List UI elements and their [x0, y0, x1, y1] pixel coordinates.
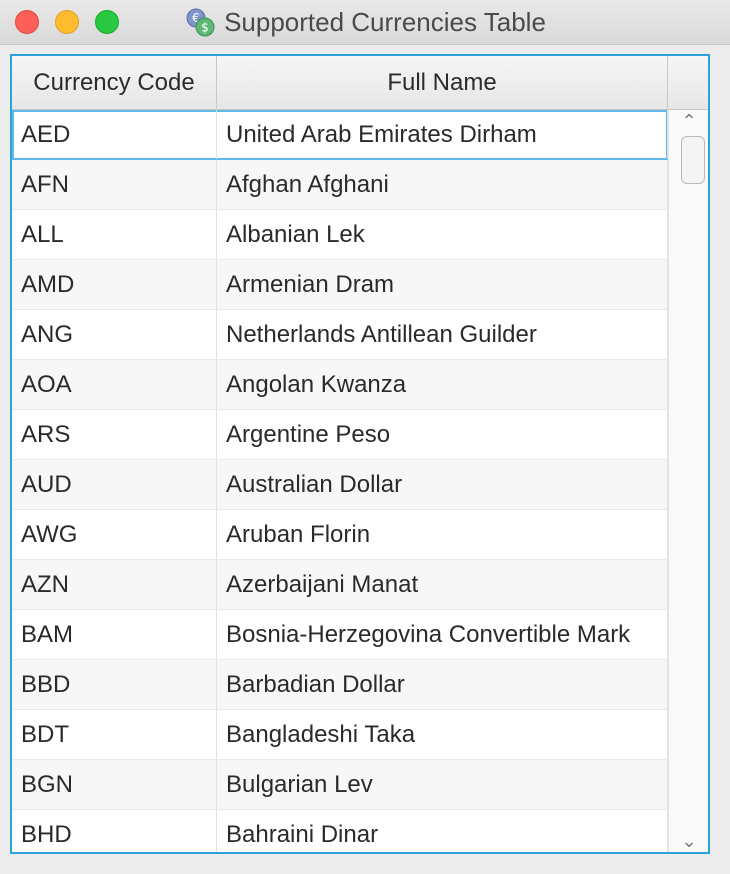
full-name-cell[interactable]: Bangladeshi Taka	[217, 710, 668, 759]
table-row[interactable]: ANG Netherlands Antillean Guilder	[12, 310, 668, 360]
title-area: € $ Supported Currencies Table	[0, 0, 730, 44]
scroll-down-icon[interactable]: ⌄	[669, 830, 708, 852]
vertical-scrollbar[interactable]: ⌃ ⌄	[668, 110, 708, 852]
full-name-cell[interactable]: Bahraini Dinar	[217, 810, 668, 852]
currency-code-cell[interactable]: BAM	[12, 610, 217, 659]
currency-code-cell[interactable]: AMD	[12, 260, 217, 309]
full-name-cell[interactable]: United Arab Emirates Dirham	[217, 110, 668, 159]
table-row[interactable]: BAM Bosnia-Herzegovina Convertible Mark	[12, 610, 668, 660]
full-name-cell[interactable]: Bosnia-Herzegovina Convertible Mark	[217, 610, 668, 659]
full-name-cell[interactable]: Armenian Dram	[217, 260, 668, 309]
table-body: AED United Arab Emirates Dirham AFN Afghan …	[12, 110, 668, 852]
currency-code-cell[interactable]: ARS	[12, 410, 217, 459]
table-row[interactable]: BGN Bulgarian Lev	[12, 760, 668, 810]
table-row[interactable]: AUD Australian Dollar	[12, 460, 668, 510]
full-name-cell[interactable]: Albanian Lek	[217, 210, 668, 259]
window-title: Supported Currencies Table	[224, 6, 546, 37]
table-row[interactable]: AWG Aruban Florin	[12, 510, 668, 560]
scroll-up-icon[interactable]: ⌃	[669, 110, 708, 132]
full-name-cell[interactable]: Afghan Afghani	[217, 160, 668, 209]
currency-code-cell[interactable]: ANG	[12, 310, 217, 359]
table-row[interactable]: BHD Bahraini Dinar	[12, 810, 668, 852]
currency-code-cell[interactable]: AED	[12, 110, 217, 159]
table-row[interactable]: ARS Argentine Peso	[12, 410, 668, 460]
currency-code-cell[interactable]: BBD	[12, 660, 217, 709]
svg-text:$: $	[201, 21, 209, 35]
currency-code-cell[interactable]: AZN	[12, 560, 217, 609]
table-row[interactable]: BDT Bangladeshi Taka	[12, 710, 668, 760]
currency-code-cell[interactable]: BGN	[12, 760, 217, 809]
full-name-cell[interactable]: Australian Dollar	[217, 460, 668, 509]
currency-code-cell[interactable]: BDT	[12, 710, 217, 759]
table-row[interactable]: AFN Afghan Afghani	[12, 160, 668, 210]
title-bar[interactable]: € $ Supported Currencies Table	[0, 0, 730, 45]
currency-code-cell[interactable]: AFN	[12, 160, 217, 209]
table-row[interactable]: AED United Arab Emirates Dirham	[12, 110, 668, 160]
scrollbar-thumb[interactable]	[681, 136, 705, 184]
table-header: Currency Code Full Name	[12, 56, 708, 110]
table-row[interactable]: AZN Azerbaijani Manat	[12, 560, 668, 610]
table-row[interactable]: BBD Barbadian Dollar	[12, 660, 668, 710]
currency-code-cell[interactable]: ALL	[12, 210, 217, 259]
full-name-cell[interactable]: Bulgarian Lev	[217, 760, 668, 809]
header-corner	[668, 56, 708, 109]
table-row[interactable]: ALL Albanian Lek	[12, 210, 668, 260]
currency-code-cell[interactable]: AWG	[12, 510, 217, 559]
full-name-cell[interactable]: Angolan Kwanza	[217, 360, 668, 409]
currency-code-cell[interactable]: AOA	[12, 360, 217, 409]
full-name-cell[interactable]: Netherlands Antillean Guilder	[217, 310, 668, 359]
currencies-table[interactable]: Currency Code Full Name AED United Arab E…	[10, 54, 710, 854]
table-row[interactable]: AMD Armenian Dram	[12, 260, 668, 310]
full-name-cell[interactable]: Barbadian Dollar	[217, 660, 668, 709]
currency-exchange-icon: € $	[186, 8, 215, 37]
full-name-cell[interactable]: Argentine Peso	[217, 410, 668, 459]
app-window: € $ Supported Currencies Table Currency …	[0, 0, 730, 874]
column-header-full-name[interactable]: Full Name	[217, 56, 668, 109]
currency-code-cell[interactable]: BHD	[12, 810, 217, 852]
currency-code-cell[interactable]: AUD	[12, 460, 217, 509]
full-name-cell[interactable]: Aruban Florin	[217, 510, 668, 559]
table-row[interactable]: AOA Angolan Kwanza	[12, 360, 668, 410]
column-header-currency-code[interactable]: Currency Code	[12, 56, 217, 109]
full-name-cell[interactable]: Azerbaijani Manat	[217, 560, 668, 609]
